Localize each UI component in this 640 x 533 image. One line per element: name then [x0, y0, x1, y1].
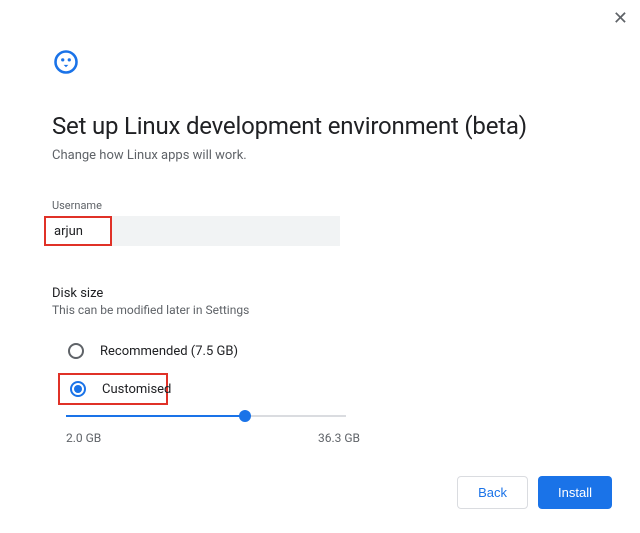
disksize-slider-wrap: 2.0 GB 36.3 GB	[52, 415, 588, 445]
radio-recommended-label: Recommended (7.5 GB)	[100, 344, 238, 359]
radio-icon	[70, 381, 86, 397]
dialog-footer: Back Install	[457, 476, 612, 509]
radio-customised[interactable]: Customised	[58, 373, 168, 405]
slider-max-label: 36.3 GB	[318, 431, 360, 445]
slider-min-label: 2.0 GB	[66, 431, 101, 445]
dialog-subtitle: Change how Linux apps will work.	[52, 148, 588, 163]
back-button[interactable]: Back	[457, 476, 528, 509]
slider-labels: 2.0 GB 36.3 GB	[66, 431, 360, 445]
dialog-content: Set up Linux development environment (be…	[0, 0, 640, 445]
slider-thumb[interactable]	[239, 410, 251, 422]
username-value-highlight: arjun	[44, 216, 112, 246]
disksize-section: Disk size This can be modified later in …	[52, 286, 588, 445]
slider-fill	[66, 415, 245, 417]
disksize-radio-group: Recommended (7.5 GB) Customised	[52, 337, 588, 405]
radio-customised-label: Customised	[102, 382, 171, 397]
install-button[interactable]: Install	[538, 476, 612, 509]
disksize-title: Disk size	[52, 286, 588, 301]
penguin-icon	[52, 48, 80, 76]
username-label: Username	[52, 199, 588, 212]
username-section: Username arjun	[52, 199, 588, 246]
radio-icon	[68, 343, 84, 359]
username-row: arjun	[52, 216, 588, 246]
close-button[interactable]: ✕	[613, 8, 628, 29]
radio-recommended[interactable]: Recommended (7.5 GB)	[58, 337, 588, 365]
disksize-slider[interactable]	[66, 415, 346, 417]
disksize-subtitle: This can be modified later in Settings	[52, 303, 588, 317]
username-input[interactable]	[112, 216, 340, 246]
dialog-title: Set up Linux development environment (be…	[52, 112, 588, 140]
